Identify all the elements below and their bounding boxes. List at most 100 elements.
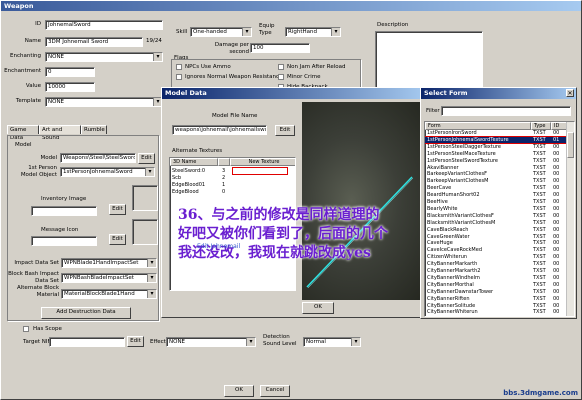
impact-select[interactable]: WPNBlade1HandImpactSet [61, 258, 157, 268]
description-box[interactable] [375, 31, 483, 91]
model-data-ok-button[interactable]: OK [302, 302, 334, 314]
form-list-cell-type: TXST [533, 185, 546, 192]
col-header-type[interactable]: Type [531, 122, 551, 130]
form-list-row[interactable]: CityBannerMarkarth TXST 00 [425, 261, 567, 267]
texture-row[interactable]: EdgeBlood01 1 [172, 182, 294, 188]
flag-checkbox[interactable] [278, 64, 284, 70]
add-destruction-button[interactable]: Add Destruction Data [41, 307, 131, 319]
texture-row[interactable]: EdgeBlood 0 [172, 189, 294, 195]
model-data-titlebar[interactable]: Model Data [162, 88, 426, 99]
texture-row[interactable]: Scb 2 [172, 175, 294, 181]
col-header-3d-name[interactable]: 3D Name [170, 158, 218, 166]
form-list-row[interactable]: 1stPersonSteelSwordTexture TXST 00 [425, 158, 567, 164]
model-preview-viewport[interactable] [302, 102, 426, 300]
col-header-index[interactable] [218, 158, 230, 166]
model-file-edit-button[interactable]: Edit [275, 125, 295, 136]
form-list-row[interactable]: BeerCave TXST 00 [425, 185, 567, 191]
flag-checkbox[interactable] [278, 74, 284, 80]
close-icon[interactable]: ✕ [566, 89, 574, 97]
flag-checkbox[interactable] [176, 64, 182, 70]
equip-type-select[interactable]: RightHand [285, 27, 341, 37]
weapon-ok-button[interactable]: OK [224, 385, 254, 397]
tab-game-data[interactable]: Game Data [7, 125, 39, 141]
enchanting-select[interactable]: NONE [45, 52, 163, 62]
scrollbar-thumb[interactable] [567, 132, 574, 158]
form-list-cell-type: TXST [533, 199, 546, 205]
form-list-row[interactable]: 1stPersonJohnemalSwordTexture TXST 01 [425, 135, 568, 144]
id-field[interactable]: JohnemalSword [45, 20, 163, 30]
form-list-cell-id: 00 [553, 212, 560, 219]
message-icon-edit-button[interactable]: Edit [109, 234, 126, 245]
form-list-row[interactable]: CaveHuge TXST 00 [425, 240, 567, 246]
form-list-row[interactable]: BlacksmithVariantClothesF TXST 00 [425, 213, 567, 219]
new-texture-highlight[interactable] [232, 167, 288, 175]
value-field[interactable]: 10000 [45, 82, 95, 92]
form-list-row[interactable]: CityBannerDawnstarTower TXST 00 [425, 289, 567, 295]
template-select[interactable]: NONE [45, 97, 163, 107]
form-list-row[interactable]: BarkeepVariantClothesM TXST 00 [425, 178, 567, 184]
form-list-cell-id: 00 [553, 164, 560, 171]
form-list-scrollbar[interactable] [566, 122, 574, 316]
form-list-row[interactable]: BarkeepVariantClothesF TXST 00 [425, 171, 567, 177]
form-list-row[interactable]: 1stPersonIronSword TXST 00 [425, 130, 567, 136]
weapon-cancel-button[interactable]: Cancel [260, 385, 290, 397]
inventory-image-edit-button[interactable]: Edit [109, 204, 126, 215]
form-list-row[interactable]: CityBannerWindhelm TXST 00 [425, 275, 567, 281]
model-file-name-label: Model File Name [212, 113, 258, 119]
form-list-row[interactable]: CityBannerMarkarth2 TXST 00 [425, 268, 567, 274]
form-list-cell-form: CityBannerWindhelm [427, 274, 480, 281]
col-header-id[interactable]: ID [551, 122, 567, 130]
form-rows: 1stPersonIronSword TXST 00 1stPersonJohnema… [425, 130, 568, 316]
form-list[interactable]: Form Type ID 1stPersonIronSword TXST 00 1st… [424, 121, 575, 317]
model-path-field[interactable]: Weapons\Steel\SteelSword.nif [60, 153, 136, 163]
alt-block-select[interactable]: MaterialBlockBlade1Hand [61, 289, 157, 299]
skill-select[interactable]: One-handed [190, 27, 252, 37]
effect-select[interactable]: NONE [166, 337, 256, 347]
form-list-row[interactable]: BeardHumanShort02 TXST 00 [425, 192, 567, 198]
col-header-form[interactable]: Form [425, 122, 531, 130]
form-list-row[interactable]: CityBannerSolitude TXST 00 [425, 303, 567, 309]
form-list-cell-id: 00 [553, 288, 560, 295]
message-icon-field[interactable] [31, 236, 97, 246]
first-person-select[interactable]: 1stPersonJohnemalSword [60, 167, 155, 177]
first-person-label: 1st Person Model Object [20, 165, 57, 178]
form-list-row[interactable]: CityBannerRiften TXST 00 [425, 296, 567, 302]
form-list-row[interactable]: 1stPersonSteelDaggerTexture TXST 00 [425, 144, 567, 150]
filter-input[interactable] [441, 106, 571, 116]
block-bash-select[interactable]: WPNBashBladeImpactSet [61, 273, 157, 283]
damage-field[interactable]: 100 [250, 43, 310, 53]
form-list-row[interactable]: CaveBlackReach TXST 00 [425, 227, 567, 233]
col-header-new-texture[interactable]: New Texture [230, 158, 295, 166]
select-form-titlebar[interactable]: Select Form ✕ [421, 88, 576, 99]
form-list-row[interactable]: CaveIceCaveRockMed TXST 00 [425, 247, 567, 253]
form-list-row[interactable]: BearlyWhite TXST 00 [425, 206, 567, 212]
tab-art-and-sound[interactable]: Art and Sound [39, 125, 81, 141]
form-list-cell-type: TXST [533, 212, 546, 219]
form-list-cell-type: TXST [533, 226, 546, 233]
form-list-row[interactable]: BeeHive TXST 00 [425, 199, 567, 205]
form-list-row[interactable]: CityBannerMorthal TXST 00 [425, 282, 567, 288]
model-file-name-field[interactable]: weapons\johnemail\johnemailsword.nif [172, 125, 267, 135]
flag-checkbox[interactable] [176, 74, 182, 80]
has-scope-checkbox[interactable] [23, 326, 29, 332]
form-list-row[interactable]: 1stPersonSteelMaceTexture TXST 00 [425, 151, 567, 157]
select-form-title: Select Form [424, 89, 468, 97]
inventory-image-field[interactable] [31, 206, 97, 216]
form-list-row[interactable]: CitizenWhiterun TXST 00 [425, 254, 567, 260]
model-edit-button[interactable]: Edit [138, 153, 155, 164]
watermark: bbs.3dmgame.com [503, 389, 578, 397]
tab-rumble[interactable]: Rumble [81, 125, 107, 134]
form-list-cell-type: TXST [533, 309, 546, 316]
name-field[interactable]: 3DM Johnemail Sword [45, 37, 143, 47]
enchantment-field[interactable]: 0 [45, 67, 95, 77]
form-list-cell-form: BeeHive [427, 199, 448, 205]
target-nif-edit-button[interactable]: Edit [127, 336, 144, 347]
target-nif-field[interactable] [49, 337, 125, 347]
form-list-row[interactable]: CaveGreenWater TXST 00 [425, 234, 567, 240]
detection-select[interactable]: Normal [303, 337, 361, 347]
weapon-window-titlebar[interactable]: Weapon [1, 1, 581, 11]
form-list-row[interactable]: CityBannerWhiterun TXST 00 [425, 309, 567, 315]
form-list-cell-form: CityBannerWhiterun [427, 309, 478, 316]
form-list-row[interactable]: BlacksmithVariantClothesM TXST 00 [425, 220, 567, 226]
form-list-row[interactable]: AkaviBanner TXST 00 [425, 165, 567, 171]
